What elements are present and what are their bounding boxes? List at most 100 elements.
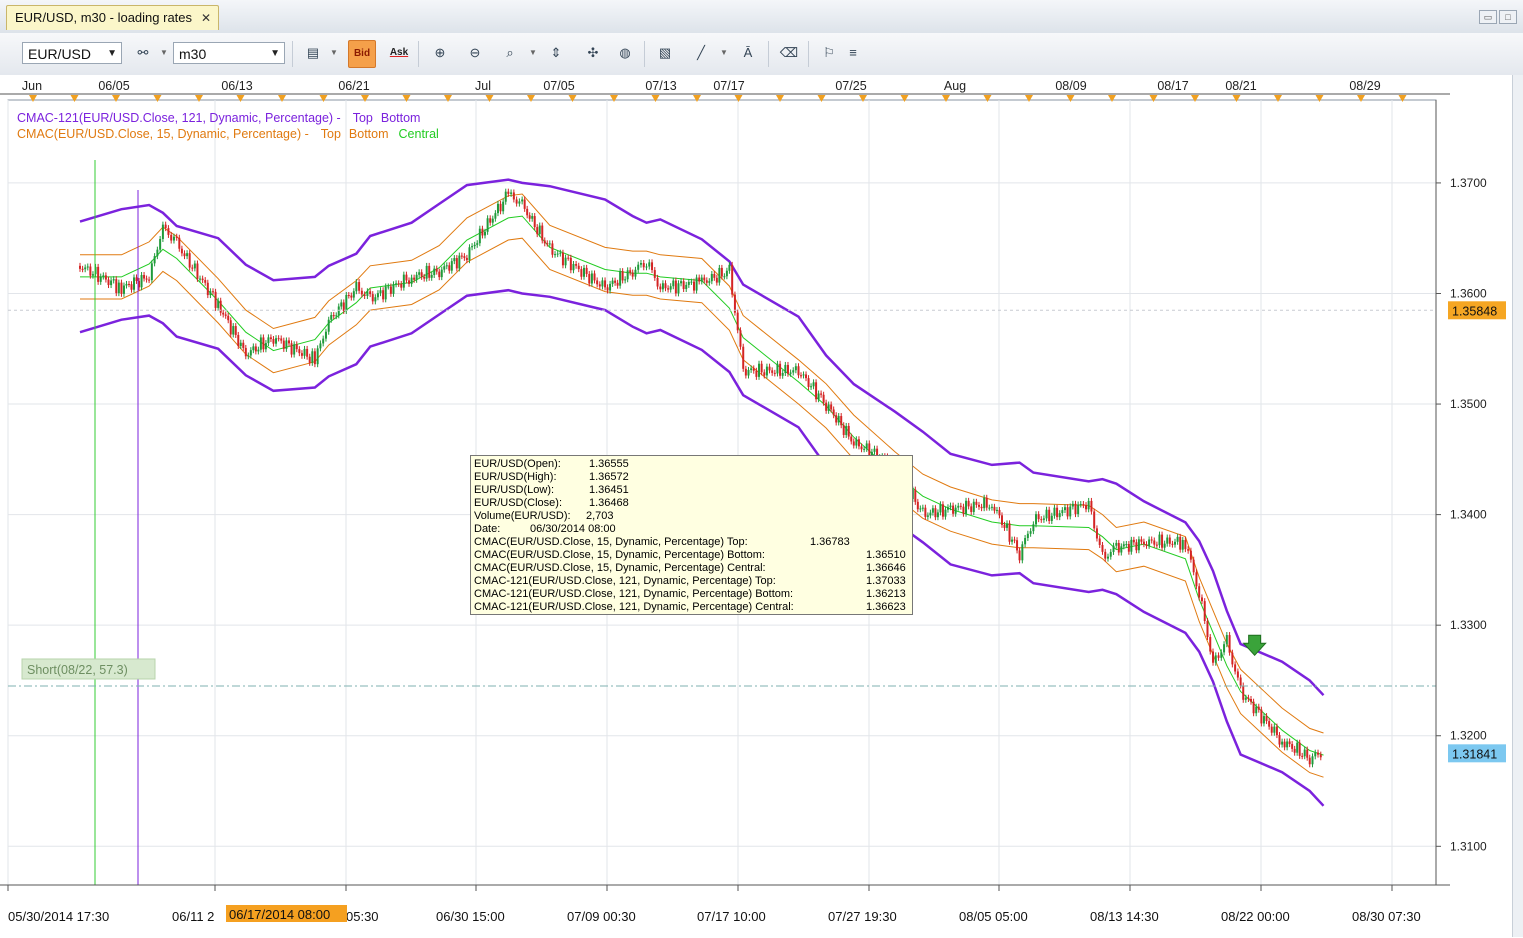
candle-body <box>825 402 828 411</box>
candle-body <box>800 375 803 377</box>
zoom-out-icon[interactable]: ⊖ <box>462 40 488 66</box>
line-tool-icon[interactable]: ╱ <box>688 40 714 66</box>
candle-body <box>413 277 416 280</box>
candle-body <box>567 257 570 259</box>
candle-body <box>1278 735 1281 745</box>
candle-body <box>651 262 654 271</box>
candle-body <box>410 277 413 284</box>
dropdown-arrow-icon[interactable]: ▼ <box>720 48 728 57</box>
candle-body <box>232 326 235 335</box>
instrument-select[interactable]: EUR/USD ▼ <box>22 42 122 64</box>
candle-body <box>1053 507 1056 516</box>
candle-body <box>672 280 675 287</box>
top-date-label: 08/17 <box>1157 79 1188 93</box>
candle-body <box>428 265 431 278</box>
candle-body <box>355 282 358 292</box>
candle-body <box>1040 519 1043 521</box>
candle-body <box>418 272 421 275</box>
vertical-scrollbar[interactable] <box>1512 75 1523 937</box>
candle-body <box>698 277 701 282</box>
candle-body <box>1145 544 1148 546</box>
candle-body <box>440 269 443 278</box>
candle-body <box>275 338 278 344</box>
image-icon[interactable]: ▧ <box>652 40 678 66</box>
tooltip-value: 1.36623 <box>866 601 906 613</box>
candle-body <box>379 290 382 294</box>
tooltip-row: EUR/USD(High): 1.36572 <box>474 471 909 484</box>
zoom-in-icon[interactable]: ⊕ <box>427 40 453 66</box>
tooltip-row: CMAC(EUR/USD.Close, 15, Dynamic, Percent… <box>474 536 909 549</box>
globe-icon[interactable]: ◍ <box>612 40 638 66</box>
candle-body <box>1231 652 1234 665</box>
candle-body <box>1212 651 1215 663</box>
candle-body <box>1069 506 1072 517</box>
hierarchy-icon[interactable]: ⚐ <box>816 40 842 66</box>
bid-button[interactable]: Bid <box>348 40 376 68</box>
candle-body <box>1127 544 1130 552</box>
candle-body <box>926 515 929 517</box>
dropdown-arrow-icon[interactable]: ▼ <box>330 48 338 57</box>
candle-body <box>453 258 456 262</box>
candle-body <box>384 286 387 300</box>
candle-body <box>548 243 551 245</box>
maximize-icon[interactable]: □ <box>1499 10 1517 24</box>
candle-body <box>167 228 170 235</box>
candle-body <box>1158 534 1161 546</box>
candle-body <box>110 280 113 286</box>
close-icon[interactable]: ✕ <box>201 6 211 30</box>
candle-body <box>458 255 461 269</box>
candle-body <box>99 276 102 282</box>
more-icon[interactable]: ≡ <box>846 40 860 66</box>
candle-body <box>257 349 260 352</box>
separator <box>808 41 809 67</box>
candle-body <box>350 295 353 298</box>
candle-body <box>1200 597 1203 602</box>
candle-body <box>1174 541 1177 545</box>
candle-body <box>842 425 845 435</box>
dropdown-arrow-icon[interactable]: ▼ <box>160 48 168 57</box>
candle-body <box>191 267 194 269</box>
candle-body <box>857 439 860 447</box>
candle-body <box>1045 509 1048 519</box>
candle-body <box>972 501 975 512</box>
fit-icon[interactable]: ⇕ <box>543 40 569 66</box>
candle-body <box>723 276 726 278</box>
crosshair-icon[interactable]: ✣ <box>580 40 606 66</box>
glasses-icon[interactable]: ⚯ <box>130 40 156 66</box>
candle-body <box>1050 515 1053 521</box>
candle-body <box>1115 542 1118 546</box>
candle-body <box>596 280 599 285</box>
candle-body <box>629 270 632 273</box>
zoom-box-icon[interactable]: ⌕ <box>497 40 523 66</box>
candle-body <box>408 280 411 284</box>
top-date-label: 08/21 <box>1225 79 1256 93</box>
candle-body <box>178 237 181 249</box>
dropdown-arrow-icon[interactable]: ▼ <box>529 48 537 57</box>
restore-icon[interactable]: ▭ <box>1479 10 1497 24</box>
candle-body <box>97 266 100 282</box>
separator <box>768 41 769 67</box>
time-tick-label: 08/05 05:00 <box>959 909 1028 924</box>
candle-body <box>127 283 130 285</box>
top-date-label: Jul <box>475 79 491 93</box>
eraser-icon[interactable]: ⌫ <box>776 40 802 66</box>
candle-body <box>285 340 288 349</box>
candle-body <box>117 282 120 294</box>
candle-body <box>1066 507 1069 517</box>
candle-body <box>489 218 492 223</box>
timeframe-select[interactable]: m30 ▼ <box>173 42 285 64</box>
candle-body <box>572 264 575 271</box>
candle-body <box>1308 757 1311 765</box>
candle-body <box>337 306 340 316</box>
candle-body <box>400 283 403 288</box>
time-tick-label: 08/30 07:30 <box>1352 909 1421 924</box>
candle-body <box>143 275 146 279</box>
text-tool-icon[interactable]: Ᾱ <box>735 40 761 66</box>
ask-button[interactable]: Ask <box>386 40 412 66</box>
candle-body <box>1085 505 1088 510</box>
chart-tab[interactable]: EUR/USD, m30 - loading rates ✕ <box>6 5 220 30</box>
chart-type-icon[interactable]: ▤ <box>300 40 326 66</box>
price-tick-label: 1.3100 <box>1450 839 1487 853</box>
candle-body <box>175 236 178 238</box>
candle-body <box>91 274 94 276</box>
